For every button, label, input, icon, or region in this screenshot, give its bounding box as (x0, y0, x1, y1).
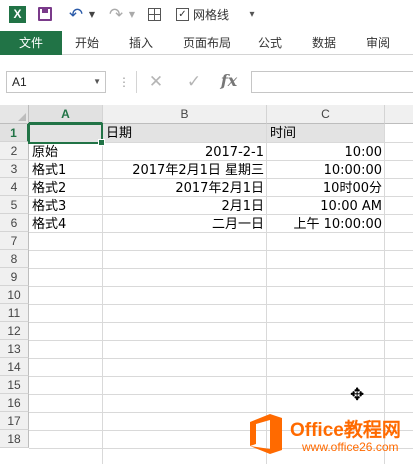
ribbon-collapsed-area (0, 55, 413, 68)
cell-a3[interactable]: 格式1 (29, 161, 103, 179)
tab-review[interactable]: 审阅 (356, 31, 400, 55)
watermark: Office教程网 www.office26.com (246, 412, 413, 464)
row-header-3[interactable]: 3 (0, 160, 29, 178)
undo-dropdown-icon[interactable]: ▼ (87, 5, 97, 25)
gridline (29, 250, 413, 251)
name-box-value: A1 (12, 75, 27, 89)
row-header-18[interactable]: 18 (0, 430, 29, 448)
column-header-d[interactable] (385, 105, 413, 124)
office-logo-icon (250, 414, 282, 454)
quick-access-toolbar: X ↶ ▼ ↷ ▼ ✓ 网格线 ▾ (0, 0, 413, 31)
insert-function-icon[interactable]: fx (216, 71, 242, 93)
cell-a6[interactable]: 格式4 (29, 215, 103, 233)
undo-icon[interactable]: ↶ (67, 5, 85, 25)
cell-b3[interactable]: 2017年2月1日 星期三 (103, 161, 267, 179)
row-header-7[interactable]: 7 (0, 232, 29, 250)
gridline (29, 358, 413, 359)
tab-insert[interactable]: 插入 (116, 31, 166, 55)
worksheet-grid[interactable]: A B C 1 2 3 4 5 6 7 8 9 10 11 12 13 14 15 16 17 18 日期 时间 … (0, 105, 413, 464)
tab-page-layout[interactable]: 页面布局 (174, 31, 240, 55)
row-header-13[interactable]: 13 (0, 340, 29, 358)
redo-icon[interactable]: ↷ (107, 5, 125, 25)
row-header-10[interactable]: 10 (0, 286, 29, 304)
gridline (29, 340, 413, 341)
excel-window: X ↶ ▼ ↷ ▼ ✓ 网格线 ▾ 文件 开始 插入 页面布局 公式 数据 审阅… (0, 0, 413, 464)
column-header-a[interactable]: A (29, 105, 103, 124)
customize-qat-icon[interactable]: ▾ (246, 5, 258, 25)
select-all-button[interactable] (0, 105, 29, 124)
gridline (29, 304, 413, 305)
cell-a2[interactable]: 原始 (29, 143, 103, 161)
cell-a4[interactable]: 格式2 (29, 179, 103, 197)
gridline (29, 268, 413, 269)
cell-b6[interactable]: 二月一日 (103, 215, 267, 233)
cell-c2[interactable]: 10:00 (267, 143, 385, 161)
cancel-icon[interactable]: ✕ (143, 71, 169, 93)
ribbon-tabs: 文件 开始 插入 页面布局 公式 数据 审阅 (0, 31, 413, 55)
tab-formulas[interactable]: 公式 (248, 31, 292, 55)
cell-c4[interactable]: 10时00分 (267, 179, 385, 197)
row-header-4[interactable]: 4 (0, 178, 29, 196)
borders-icon[interactable] (146, 5, 162, 25)
cell-cursor-icon: ✥ (350, 385, 365, 405)
cell-b5[interactable]: 2月1日 (103, 197, 267, 215)
formula-input[interactable] (251, 71, 413, 93)
name-box[interactable]: A1 ▼ (6, 71, 106, 93)
divider (136, 71, 137, 93)
column-header-b[interactable]: B (103, 105, 267, 124)
row-header-9[interactable]: 9 (0, 268, 29, 286)
row-header-1[interactable]: 1 (0, 124, 29, 142)
cell-c5[interactable]: 10:00 AM (267, 197, 385, 215)
cell-b1[interactable]: 日期 (103, 124, 267, 142)
row-header-16[interactable]: 16 (0, 394, 29, 412)
watermark-brand: Office教程网 (290, 420, 401, 441)
row-header-6[interactable]: 6 (0, 214, 29, 232)
tab-data[interactable]: 数据 (302, 31, 346, 55)
row-header-2[interactable]: 2 (0, 142, 29, 160)
save-icon[interactable] (37, 5, 53, 25)
gridline (29, 286, 413, 287)
chevron-down-icon[interactable]: ▼ (93, 72, 101, 92)
excel-logo-icon: X (9, 6, 26, 23)
row-header-8[interactable]: 8 (0, 250, 29, 268)
gridlines-label: 网格线 (193, 8, 230, 22)
tab-home[interactable]: 开始 (62, 31, 112, 55)
row-header-17[interactable]: 17 (0, 412, 29, 430)
cell-c6[interactable]: 上午 10:00:00 (267, 215, 385, 233)
row-header-15[interactable]: 15 (0, 376, 29, 394)
cell-c1[interactable]: 时间 (267, 124, 385, 142)
formula-bar: A1 ▼ ⋮ ✕ ✓ fx (0, 68, 413, 98)
gridline (29, 322, 413, 323)
cell-b2[interactable]: 2017-2-1 (103, 143, 267, 161)
cell-a5[interactable]: 格式3 (29, 197, 103, 215)
drag-handle-icon[interactable]: ⋮ (118, 72, 130, 92)
row-header-5[interactable]: 5 (0, 196, 29, 214)
column-header-c[interactable]: C (267, 105, 385, 124)
row-header-14[interactable]: 14 (0, 358, 29, 376)
active-cell-selection[interactable] (28, 123, 105, 146)
gridline (29, 376, 413, 377)
cell-c3[interactable]: 10:00:00 (267, 161, 385, 179)
cell-b4[interactable]: 2017年2月1日 (103, 179, 267, 197)
watermark-url: www.office26.com (302, 440, 399, 454)
row-header-11[interactable]: 11 (0, 304, 29, 322)
enter-icon[interactable]: ✓ (181, 71, 207, 93)
row-header-12[interactable]: 12 (0, 322, 29, 340)
redo-dropdown-icon[interactable]: ▼ (127, 5, 137, 25)
tab-file[interactable]: 文件 (0, 31, 62, 55)
gridlines-checkbox[interactable]: ✓ (176, 8, 189, 21)
